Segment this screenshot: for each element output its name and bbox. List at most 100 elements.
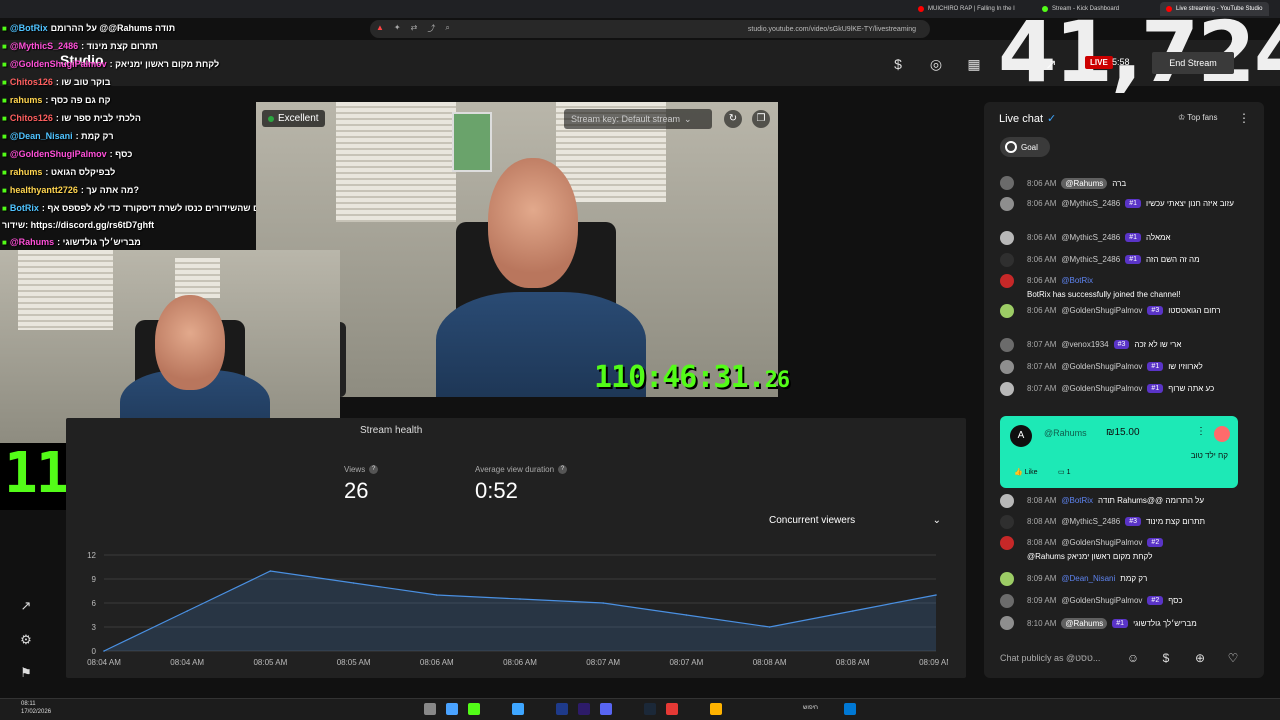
avatar[interactable]	[1000, 494, 1014, 508]
end-stream-button[interactable]: End Stream	[1152, 52, 1234, 74]
chat-author[interactable]: @GoldenShugiPalmov	[1061, 306, 1142, 315]
copy-icon[interactable]: ❐	[752, 110, 770, 128]
avatar[interactable]	[1000, 572, 1014, 586]
chat-author[interactable]: @MythicS_2486	[1061, 233, 1120, 242]
settings-icon[interactable]: ⚙	[17, 631, 35, 649]
chat-author[interactable]: @GoldenShugiPalmov	[1061, 362, 1142, 371]
metric-select[interactable]: Concurrent viewers ⌄	[769, 511, 941, 529]
goal-button[interactable]: Goal	[1000, 137, 1050, 157]
chat-message-line: 8:10 AM @Rahums #1 מבריש׳לך גולדשוגי	[1027, 618, 1249, 629]
avatar[interactable]	[1000, 176, 1014, 190]
stream-key-select[interactable]: Stream key: Default stream ⌄	[564, 109, 712, 129]
chat-message-line: 8:09 AM @Dean_Nisani רק קמת	[1027, 574, 1249, 583]
check-icon: ✓	[1047, 113, 1057, 125]
premiere-icon[interactable]	[578, 703, 590, 715]
avatar[interactable]	[1000, 360, 1014, 374]
chart-data-point[interactable]	[436, 594, 438, 596]
steam-icon[interactable]	[644, 703, 656, 715]
overlay-chat-line: ■ Chitos126: הלכתי לבית ספר שו	[2, 113, 141, 123]
share-icon[interactable]: ⤴	[427, 23, 435, 34]
earnings-icon[interactable]: ◎	[927, 55, 945, 73]
live-chat-title[interactable]: Live chat ✓	[999, 112, 1057, 126]
youtube-icon[interactable]	[666, 703, 678, 715]
after-effects-icon[interactable]	[556, 703, 568, 715]
chat-message-list[interactable]: 8:06 AM @Rahums ברה 8:06 AM @MythicS_2486 #1 ע…	[984, 162, 1264, 642]
preview-timer: 110:46:31.26	[594, 360, 790, 395]
chat-author[interactable]: @Dean_Nisani	[1061, 574, 1115, 583]
edge-icon[interactable]	[446, 703, 458, 715]
heart-icon[interactable]: ♡	[1225, 650, 1241, 666]
chat-author[interactable]: @GoldenShugiPalmov	[1061, 596, 1142, 605]
avatar[interactable]	[1000, 536, 1014, 550]
chat-author[interactable]: @Rahums	[1061, 178, 1108, 189]
chart-data-point[interactable]	[935, 594, 937, 596]
emoji-icon[interactable]: ☺	[1125, 650, 1141, 666]
chat-timestamp: 8:07 AM	[1027, 340, 1057, 349]
add-icon[interactable]: ⊕	[1192, 650, 1208, 666]
chart-data-point[interactable]	[852, 610, 854, 612]
folder-icon[interactable]	[710, 703, 722, 715]
chat-author[interactable]: @MythicS_2486	[1061, 255, 1120, 264]
chat-input[interactable]: Chat publicly as @טסט...	[1000, 648, 1118, 668]
avatar[interactable]	[1000, 231, 1014, 245]
extension-icon[interactable]: ✦	[394, 23, 401, 34]
more-vert-icon[interactable]: ⋮	[1196, 426, 1206, 437]
translate-icon[interactable]: ⇄	[411, 23, 418, 34]
like-button[interactable]: 👍 Like	[1014, 468, 1038, 476]
super-chat-icon[interactable]: $	[1158, 650, 1174, 666]
chat-author[interactable]: @BotRix	[1061, 276, 1093, 285]
chart-data-point[interactable]	[352, 582, 355, 584]
chat-message-line: 8:06 AM @MythicS_2486 #1 מה זה השם הזה	[1027, 255, 1249, 264]
windows-start-icon[interactable]	[844, 703, 856, 715]
chat-author[interactable]: @BotRix	[1061, 496, 1093, 505]
address-bar[interactable]: studio.youtube.com/video/sGkU9lKE-TY/liv…	[370, 20, 930, 38]
chat-author[interactable]: @GoldenShugiPalmov	[1061, 538, 1142, 547]
app-icon[interactable]	[468, 703, 480, 715]
monetization-icon[interactable]: $	[889, 55, 907, 73]
taskbar	[0, 698, 1280, 720]
reply-button[interactable]: ▭ 1	[1058, 468, 1070, 476]
chat-timestamp: 8:06 AM	[1027, 199, 1057, 208]
avatar[interactable]	[1000, 338, 1014, 352]
warning-icon[interactable]: ▲	[376, 23, 384, 34]
expand-icon[interactable]: ↗	[17, 597, 35, 615]
help-icon[interactable]: ?	[558, 465, 568, 474]
avatar[interactable]	[1000, 197, 1014, 211]
goal-icon	[1005, 141, 1017, 153]
more-vert-icon[interactable]: ⋮	[1238, 111, 1250, 125]
help-icon[interactable]: ?	[369, 465, 379, 474]
super-chat-card[interactable]: A @Rahums ₪15.00 ⋮ קח ילד טוב 👍 Like ▭ 1	[1000, 416, 1238, 488]
chart-data-point[interactable]	[768, 626, 771, 628]
taskbar-search[interactable]: חיפוש	[803, 705, 818, 711]
chart-data-point[interactable]	[269, 570, 272, 572]
avatar[interactable]	[1000, 304, 1014, 318]
avatar[interactable]	[1000, 594, 1014, 608]
chat-author[interactable]: @Rahums	[1061, 618, 1108, 629]
chat-author[interactable]: @GoldenShugiPalmov	[1061, 384, 1142, 393]
clapper-icon[interactable]: ▦	[965, 55, 983, 73]
avatar[interactable]	[1000, 616, 1014, 630]
kick-badge-icon: ■	[2, 149, 7, 159]
stream-health-tab[interactable]: Stream health	[360, 425, 422, 436]
chart-data-point[interactable]	[186, 610, 188, 612]
chat-author[interactable]: @MythicS_2486	[1061, 199, 1120, 208]
chart-data-point[interactable]	[519, 598, 521, 600]
avatar[interactable]	[1000, 253, 1014, 267]
kick-badge-icon: ■	[2, 41, 7, 51]
top-fans-filter[interactable]: ♔ Top fans	[1178, 113, 1218, 122]
chart-data-point[interactable]	[103, 650, 105, 652]
app-icon[interactable]	[512, 703, 524, 715]
taskview-icon[interactable]	[424, 703, 436, 715]
avatar[interactable]	[1000, 515, 1014, 529]
avatar[interactable]	[1000, 274, 1014, 288]
chat-author[interactable]: @MythicS_2486	[1061, 517, 1120, 526]
avatar[interactable]	[1000, 382, 1014, 396]
chart-data-point[interactable]	[602, 602, 604, 604]
chart-data-point[interactable]	[685, 614, 688, 616]
zoom-icon[interactable]: ⌕	[445, 23, 449, 34]
chat-author[interactable]: @venox1934	[1061, 340, 1108, 349]
feedback-icon[interactable]: ⚑	[17, 664, 35, 682]
member-badge: #3	[1113, 340, 1130, 349]
discord-icon[interactable]	[600, 703, 612, 715]
refresh-icon[interactable]: ↻	[724, 110, 742, 128]
